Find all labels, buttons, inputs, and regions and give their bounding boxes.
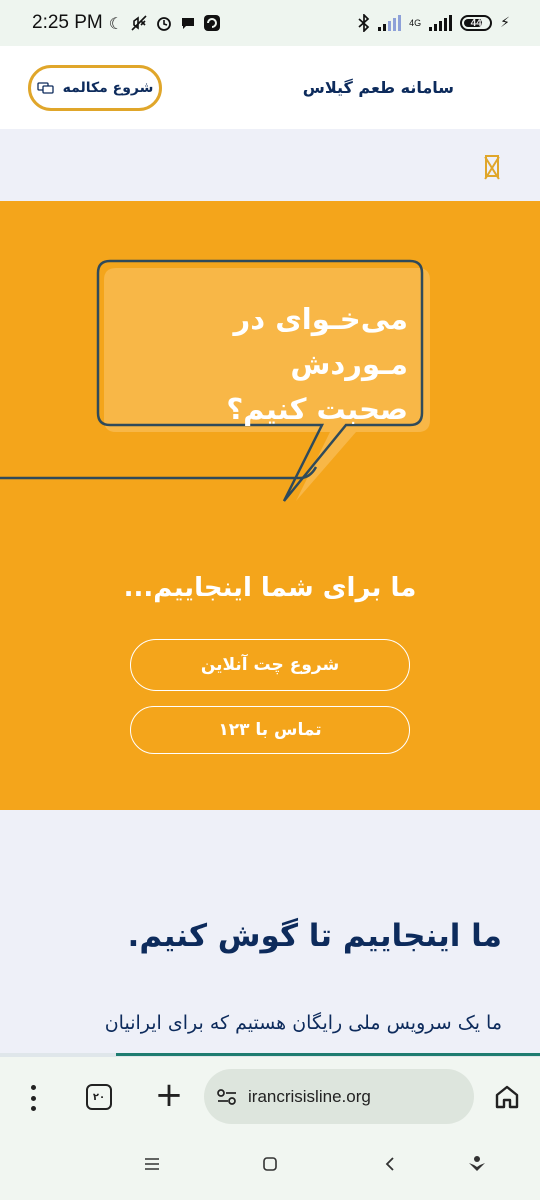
- menu-toggle-icon[interactable]: [485, 155, 499, 177]
- site-header: شروع مکالمه سامانه طعم گیلاس: [0, 46, 540, 129]
- home-icon[interactable]: [493, 1083, 521, 1111]
- start-chat-button[interactable]: شروع چت آنلاین: [130, 639, 410, 691]
- recents-menu-icon[interactable]: [144, 1156, 160, 1172]
- start-call-label: شروع مکالمه: [62, 79, 154, 96]
- app-e-icon: [204, 15, 221, 31]
- bubble-line-2: صحبت کنیم؟: [226, 392, 408, 426]
- status-time: 2:25 PM: [32, 12, 103, 33]
- system-nav-bar: [0, 1138, 540, 1200]
- browser-toolbar: ۲۰ + irancrisisline.org: [0, 1057, 540, 1138]
- signal-icon-2: [429, 15, 453, 31]
- alarm-icon: [157, 17, 172, 31]
- mute-icon: [131, 15, 147, 31]
- more-options-icon[interactable]: [24, 1085, 42, 1111]
- signal-icon: [378, 15, 402, 31]
- site-title[interactable]: سامانه طعم گیلاس: [303, 78, 454, 97]
- hero-section: می‌خـوای در مـوردش صحبت کنیم؟ ما برای شم…: [0, 201, 540, 810]
- bubble-text: می‌خـوای در مـوردش صحبت کنیم؟: [108, 297, 408, 432]
- home-nav-icon[interactable]: [262, 1156, 278, 1172]
- network-type: 4G: [409, 17, 422, 28]
- battery-level: 44: [470, 17, 482, 29]
- chat-icon: [36, 81, 54, 94]
- content-section: ما اینجاییم تا گوش کنیم. ما یک سرویس ملی…: [0, 810, 540, 1055]
- start-call-button[interactable]: شروع مکالمه: [28, 64, 162, 111]
- new-tab-button[interactable]: +: [154, 1077, 184, 1113]
- moon-icon: ☾: [108, 13, 124, 33]
- chat-bubble-icon: [182, 18, 195, 29]
- back-icon[interactable]: [383, 1156, 397, 1172]
- status-bar: 2:25 PM ☾ 4G 44 ⚡: [0, 0, 540, 46]
- content-title: ما اینجاییم تا گوش کنیم.: [127, 918, 502, 954]
- hero-heading: ما برای شما اینجاییم...: [123, 573, 417, 603]
- site-settings-icon[interactable]: [216, 1088, 238, 1106]
- content-paragraph: ما یک سرویس ملی رایگان هستیم که برای ایر…: [104, 1012, 502, 1034]
- url-bar[interactable]: irancrisisline.org: [204, 1069, 474, 1124]
- battery-icon: 44: [460, 15, 493, 31]
- tab-switcher-button[interactable]: ۲۰: [86, 1084, 112, 1110]
- assistant-icon[interactable]: [467, 1154, 487, 1174]
- charging-icon: ⚡: [500, 15, 510, 31]
- menu-strip: [0, 129, 540, 201]
- bluetooth-icon: [358, 14, 370, 32]
- bubble-line-1: می‌خـوای در مـوردش: [233, 302, 408, 381]
- call-123-button[interactable]: تماس با ۱۲۳: [130, 706, 410, 754]
- url-text[interactable]: irancrisisline.org: [248, 1087, 371, 1107]
